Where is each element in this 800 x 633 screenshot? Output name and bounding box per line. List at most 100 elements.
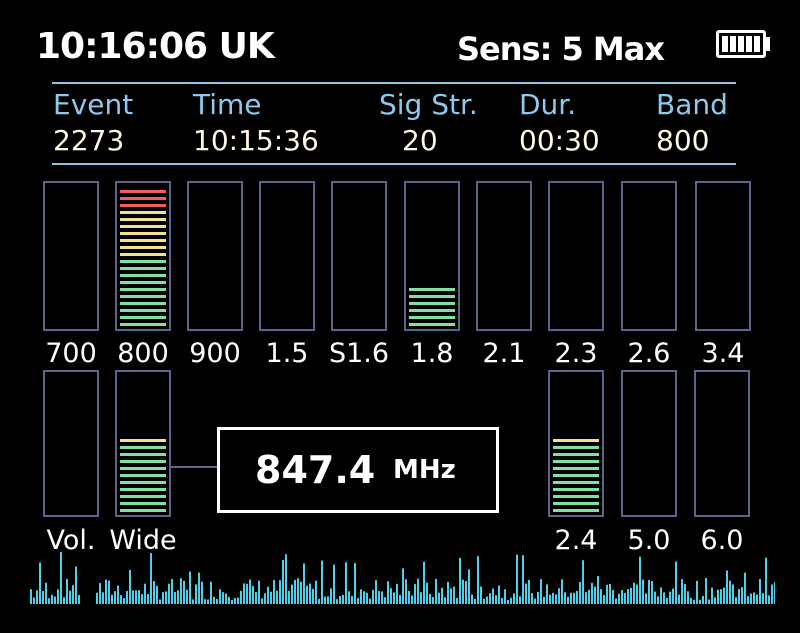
spectrum-bar [231, 599, 233, 604]
spectrum-bar [414, 584, 416, 604]
sensitivity-indicator[interactable]: Sens: 5 Max [457, 30, 665, 68]
level-segment [120, 239, 166, 242]
level-segment [553, 509, 599, 512]
spectrum-bar [54, 596, 56, 604]
spectrum-bar [75, 566, 77, 604]
spectrum-bar [540, 579, 542, 604]
spectrum-bar [321, 560, 323, 604]
spectrum-bar [183, 580, 185, 604]
spectrum-bar [39, 562, 41, 604]
divider-top [52, 82, 736, 84]
spectrum-bar [741, 587, 743, 604]
level-segment [120, 316, 166, 319]
spectrum-bar [456, 598, 458, 604]
level-segment [120, 267, 166, 270]
spectrum-bar [462, 579, 464, 604]
spectrum-bar [408, 590, 410, 604]
spectrum-bar [672, 588, 674, 604]
band-0-meter [43, 181, 99, 331]
spectrum-bar [708, 599, 710, 604]
spectrum-bar [384, 597, 386, 604]
spectrum-bar [276, 590, 278, 604]
spectrum-bar [549, 594, 551, 604]
level-segment [120, 502, 166, 505]
spectrum-bar [669, 591, 671, 604]
spectrum-bar [612, 590, 614, 604]
level-segment [409, 323, 455, 326]
spectrum-bar [201, 581, 203, 604]
spectrum-bar [291, 584, 293, 604]
band-7-meter [548, 181, 604, 331]
spectrum-bar [504, 589, 506, 604]
spectrum-bar [405, 579, 407, 604]
level-segment [553, 460, 599, 463]
spectrum-bar [390, 588, 392, 604]
spectrum-bar [318, 598, 320, 604]
spectrum-bar [531, 593, 533, 604]
spectrum-bar [477, 556, 479, 604]
spectrum-bar [564, 592, 566, 604]
spectrum-bar [147, 594, 149, 604]
level-segment [120, 460, 166, 463]
spectrum-bar [123, 598, 125, 604]
spectrum-bar [624, 592, 626, 604]
spectrum-bar [117, 585, 119, 604]
level-segment [409, 309, 455, 312]
spectrum-bar [522, 555, 524, 604]
spectrum-bar [351, 596, 353, 604]
band-9-meter [695, 181, 751, 331]
spectrum-bar [198, 572, 200, 604]
spectrum-bar [204, 599, 206, 604]
spectrum-bar [600, 589, 602, 604]
spectrum-bar [714, 597, 716, 604]
level-segment [120, 467, 166, 470]
level-segment [409, 316, 455, 319]
spectrum-bar [360, 589, 362, 604]
spectrum-bar [264, 593, 266, 604]
spectrum-bar [765, 557, 767, 604]
level-segment [120, 274, 166, 277]
spectrum-bar [354, 563, 356, 604]
spectrum-bar [480, 586, 482, 604]
spectrum-bar [453, 586, 455, 604]
level-segment [409, 295, 455, 298]
spectrum-bar [192, 599, 194, 604]
band-1-meter [115, 181, 171, 331]
duration-header: Dur. [519, 88, 577, 121]
spectrum-bar [603, 595, 605, 604]
spectrum-bar [690, 597, 692, 604]
spectrum-display [30, 551, 775, 604]
level-segment [120, 204, 166, 207]
spectrum-bar [306, 585, 308, 604]
spectrum-bar [330, 588, 332, 604]
spectrum-bar [303, 563, 305, 604]
band-4-label: S1.6 [328, 338, 390, 369]
spectrum-bar [591, 582, 593, 604]
level-segment [120, 295, 166, 298]
spectrum-bar [270, 591, 272, 604]
spectrum-bar [633, 582, 635, 604]
spectrum-bar [288, 590, 290, 604]
spectrum-bar [441, 587, 443, 604]
spectrum-bar [393, 592, 395, 604]
spectrum-bar [516, 554, 518, 604]
spectrum-bar [678, 594, 680, 604]
band-4-meter [331, 181, 387, 331]
level-segment [553, 467, 599, 470]
spectrum-bar [126, 590, 128, 604]
clock-display: 10:16:06 UK [36, 26, 275, 67]
spectrum-bar [753, 592, 755, 604]
signal-strength-header: Sig Str. [379, 88, 478, 121]
spectrum-bar [369, 598, 371, 604]
spectrum-bar [153, 581, 155, 604]
level-segment [553, 474, 599, 477]
level-segment [120, 488, 166, 491]
spectrum-bar [771, 584, 773, 604]
spectrum-bar [294, 579, 296, 604]
spectrum-bar [471, 594, 473, 604]
spectrum-bar [261, 598, 263, 604]
spectrum-bar [429, 593, 431, 604]
spectrum-bar [615, 598, 617, 604]
spectrum-bar [588, 589, 590, 604]
spectrum-bar [327, 596, 329, 604]
